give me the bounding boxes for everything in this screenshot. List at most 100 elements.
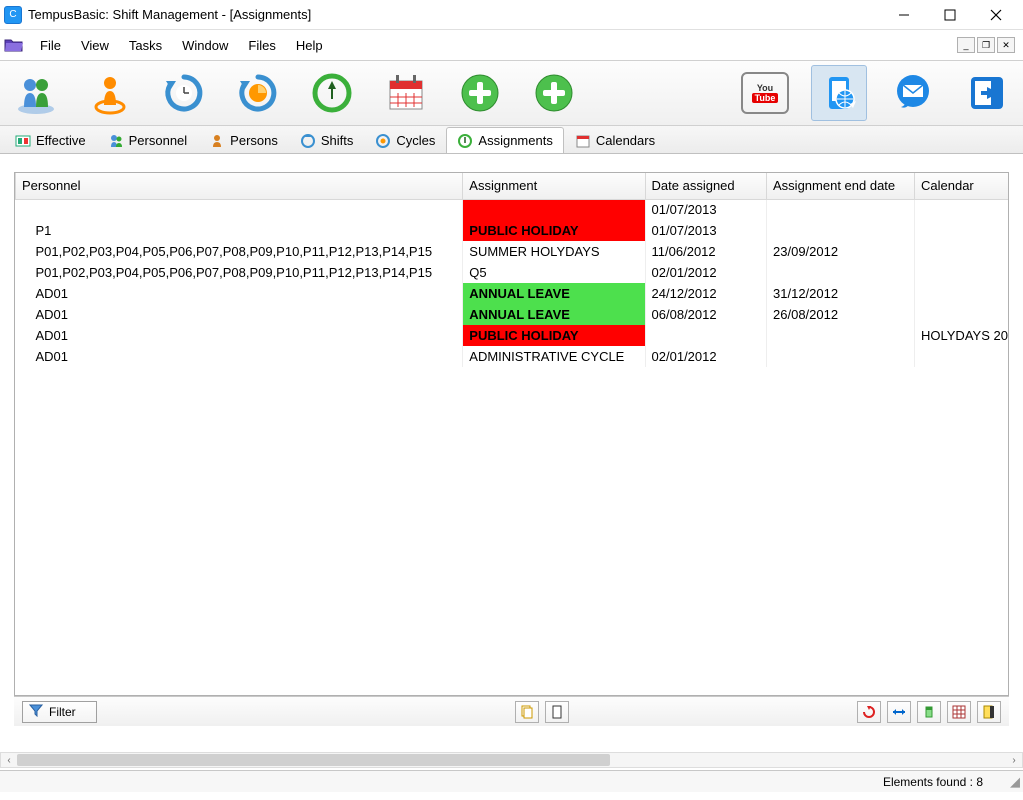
col-date-assigned[interactable]: Date assigned bbox=[645, 173, 766, 199]
cell-calendar bbox=[915, 199, 1010, 220]
toolbar-mobile-button[interactable] bbox=[811, 65, 867, 121]
cell-date-assigned bbox=[645, 325, 766, 346]
toolbar-mail-button[interactable] bbox=[885, 65, 941, 121]
folder-icon bbox=[4, 37, 24, 53]
table-row[interactable]: AD01ADMINISTRATIVE CYCLE02/01/2012Yes bbox=[16, 346, 1010, 367]
toolbar-add-button-2[interactable] bbox=[526, 65, 582, 121]
maximize-button[interactable] bbox=[927, 0, 973, 30]
toolbar-youtube-button[interactable]: You Tube bbox=[737, 65, 793, 121]
exit-icon bbox=[965, 71, 1009, 115]
table-row[interactable]: P1PUBLIC HOLIDAY01/07/2013Yes bbox=[16, 220, 1010, 241]
cell-calendar bbox=[915, 346, 1010, 367]
menu-files[interactable]: Files bbox=[238, 34, 285, 57]
cell-end-date: 23/09/2012 bbox=[767, 241, 915, 262]
col-calendar[interactable]: Calendar bbox=[915, 173, 1010, 199]
toolbar-exit-button[interactable] bbox=[959, 65, 1015, 121]
plus-icon bbox=[458, 71, 502, 115]
tab-cycles[interactable]: Cycles bbox=[364, 127, 446, 153]
copy-button[interactable] bbox=[515, 701, 539, 723]
tab-calendars[interactable]: Calendars bbox=[564, 127, 666, 153]
table-row[interactable]: P01,P02,P03,P04,P05,P06,P07,P08,P09,P10,… bbox=[16, 241, 1010, 262]
horizontal-scrollbar[interactable]: ‹ › bbox=[0, 752, 1023, 768]
cell-personnel: P01,P02,P03,P04,P05,P06,P07,P08,P09,P10,… bbox=[16, 262, 463, 283]
menu-help[interactable]: Help bbox=[286, 34, 333, 57]
refresh-icon bbox=[862, 705, 876, 719]
funnel-icon bbox=[29, 703, 43, 720]
toolbar-person-button[interactable] bbox=[82, 65, 138, 121]
cell-end-date bbox=[767, 199, 915, 220]
resize-grip-icon[interactable]: ◢ bbox=[1010, 774, 1020, 790]
col-personnel[interactable]: Personnel bbox=[16, 173, 463, 199]
menu-window[interactable]: Window bbox=[172, 34, 238, 57]
mdi-controls: _ ❐ ✕ bbox=[957, 37, 1019, 53]
width-button[interactable] bbox=[887, 701, 911, 723]
plus-icon bbox=[532, 71, 576, 115]
effective-icon bbox=[15, 133, 31, 149]
menu-file[interactable]: File bbox=[30, 34, 71, 57]
toolbar-calendar-button[interactable] bbox=[378, 65, 434, 121]
toolbar-add-button-1[interactable] bbox=[452, 65, 508, 121]
refresh-button[interactable] bbox=[857, 701, 881, 723]
menubar: File View Tasks Window Files Help _ ❐ ✕ bbox=[0, 30, 1023, 60]
cell-calendar bbox=[915, 220, 1010, 241]
exit-small-button[interactable] bbox=[977, 701, 1001, 723]
cell-calendar bbox=[915, 304, 1010, 325]
calendars-icon bbox=[575, 133, 591, 149]
mdi-close-button[interactable]: ✕ bbox=[997, 37, 1015, 53]
menu-tasks[interactable]: Tasks bbox=[119, 34, 172, 57]
cell-end-date: 26/08/2012 bbox=[767, 304, 915, 325]
toolbar-clock-orange-button[interactable] bbox=[230, 65, 286, 121]
cell-calendar: HOLYDAYS 2012 bbox=[915, 325, 1010, 346]
page-icon bbox=[550, 705, 564, 719]
arrows-h-icon bbox=[892, 705, 906, 719]
cell-assignment: PUBLIC HOLIDAY bbox=[463, 325, 645, 346]
scroll-thumb[interactable] bbox=[17, 754, 610, 766]
mdi-restore-button[interactable]: ❐ bbox=[977, 37, 995, 53]
cell-assignment: ANNUAL LEAVE bbox=[463, 283, 645, 304]
app-icon: C bbox=[4, 6, 22, 24]
menu-view[interactable]: View bbox=[71, 34, 119, 57]
scroll-track[interactable] bbox=[17, 754, 1006, 766]
grid-button[interactable] bbox=[947, 701, 971, 723]
clock-orange-icon bbox=[236, 71, 280, 115]
content-area: Personnel Assignment Date assigned Assig… bbox=[0, 154, 1023, 770]
mail-icon bbox=[891, 71, 935, 115]
cell-calendar bbox=[915, 283, 1010, 304]
tab-persons[interactable]: Persons bbox=[198, 127, 289, 153]
person-icon bbox=[88, 71, 132, 115]
table-row[interactable]: 01/07/2013Yes bbox=[16, 199, 1010, 220]
toolbar-people-button[interactable] bbox=[8, 65, 64, 121]
cell-date-assigned: 11/06/2012 bbox=[645, 241, 766, 262]
close-icon bbox=[990, 9, 1002, 21]
new-button[interactable] bbox=[545, 701, 569, 723]
cell-date-assigned: 01/07/2013 bbox=[645, 220, 766, 241]
assignments-icon bbox=[457, 133, 473, 149]
close-button[interactable] bbox=[973, 0, 1019, 30]
tab-assignments[interactable]: Assignments bbox=[446, 127, 563, 153]
main-toolbar: You Tube bbox=[0, 60, 1023, 126]
col-assignment[interactable]: Assignment bbox=[463, 173, 645, 199]
table-row[interactable]: P01,P02,P03,P04,P05,P06,P07,P08,P09,P10,… bbox=[16, 262, 1010, 283]
table-row[interactable]: AD01ANNUAL LEAVE24/12/201231/12/2012Yes bbox=[16, 283, 1010, 304]
table-row[interactable]: AD01PUBLIC HOLIDAYHOLYDAYS 2012Yes bbox=[16, 325, 1010, 346]
tab-personnel[interactable]: Personnel bbox=[97, 127, 199, 153]
table-row[interactable]: AD01ANNUAL LEAVE06/08/201226/08/2012Yes bbox=[16, 304, 1010, 325]
tab-shifts[interactable]: Shifts bbox=[289, 127, 365, 153]
tab-effective[interactable]: Effective bbox=[4, 127, 97, 153]
scroll-left-arrow-icon[interactable]: ‹ bbox=[1, 752, 17, 768]
cell-end-date bbox=[767, 220, 915, 241]
minimize-button[interactable] bbox=[881, 0, 927, 30]
cell-end-date bbox=[767, 346, 915, 367]
mdi-minimize-button[interactable]: _ bbox=[957, 37, 975, 53]
col-end-date[interactable]: Assignment end date bbox=[767, 173, 915, 199]
filter-button[interactable]: Filter bbox=[22, 701, 97, 723]
toolbar-clock-refresh-button[interactable] bbox=[156, 65, 212, 121]
toolbar-clock-green-button[interactable] bbox=[304, 65, 360, 121]
column-button[interactable] bbox=[917, 701, 941, 723]
clock-green-icon bbox=[310, 71, 354, 115]
cell-end-date bbox=[767, 325, 915, 346]
cell-date-assigned: 24/12/2012 bbox=[645, 283, 766, 304]
persons-icon bbox=[209, 133, 225, 149]
scroll-right-arrow-icon[interactable]: › bbox=[1006, 752, 1022, 768]
cell-personnel: P01,P02,P03,P04,P05,P06,P07,P08,P09,P10,… bbox=[16, 241, 463, 262]
